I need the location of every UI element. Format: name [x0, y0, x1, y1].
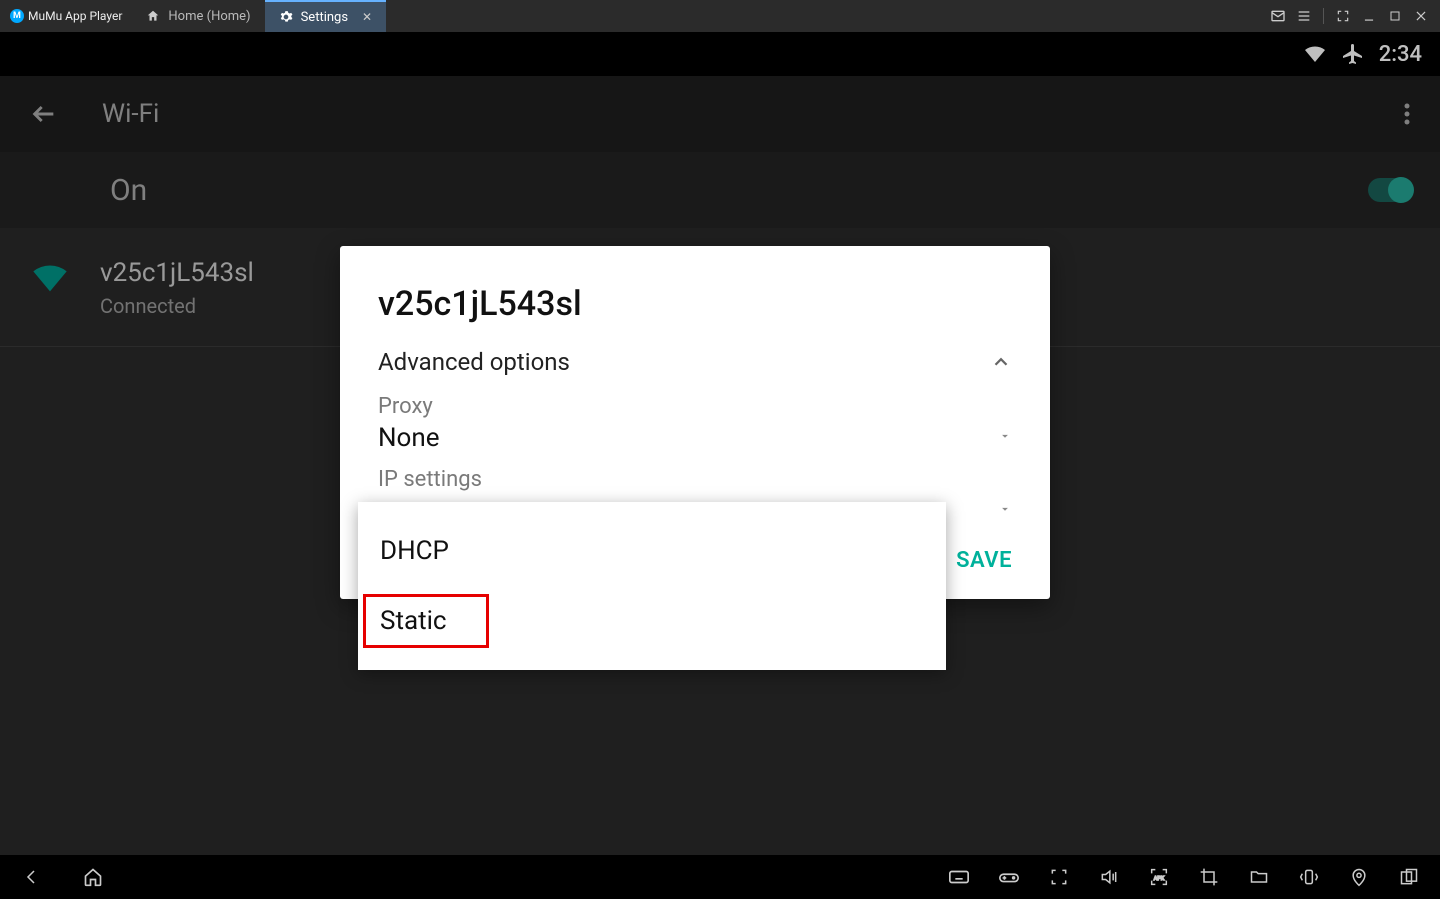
maximize-button[interactable] [1386, 7, 1404, 25]
location-icon[interactable] [1348, 866, 1370, 888]
bottombar-nav [20, 866, 104, 888]
minimize-button[interactable] [1360, 7, 1378, 25]
ip-settings-options-popup: DHCP Static [358, 502, 946, 670]
apk-install-icon[interactable]: APK [1148, 866, 1170, 888]
advanced-options-toggle[interactable]: Advanced options [378, 348, 1012, 376]
bottombar-tools: APK [948, 866, 1420, 888]
mail-icon[interactable] [1269, 7, 1287, 25]
proxy-value: None [378, 423, 440, 453]
fullscreen-icon[interactable] [1334, 7, 1352, 25]
app-brand-label: MuMu App Player [28, 9, 122, 23]
titlebar-right [1269, 7, 1440, 25]
tab-label: Settings [301, 10, 348, 25]
volume-icon[interactable] [1098, 866, 1120, 888]
ip-option-dhcp[interactable]: DHCP [358, 516, 946, 586]
tab-label: Home (Home) [168, 9, 250, 24]
gamepad-icon[interactable] [998, 866, 1020, 888]
shake-icon[interactable] [1298, 866, 1320, 888]
chevron-up-icon [990, 351, 1012, 373]
home-icon [146, 9, 160, 23]
screenshot-icon[interactable] [1048, 866, 1070, 888]
app-brand: M MuMu App Player [0, 0, 132, 32]
svg-text:APK: APK [1154, 876, 1165, 882]
nav-home-button[interactable] [82, 866, 104, 888]
close-tab-button[interactable]: ✕ [362, 10, 372, 24]
dropdown-arrow-icon [998, 429, 1012, 443]
divider [1323, 8, 1324, 24]
window-titlebar: M MuMu App Player Home (Home) Settings ✕ [0, 0, 1440, 32]
crop-icon[interactable] [1198, 866, 1220, 888]
mumu-logo-icon: M [10, 9, 24, 23]
folder-icon[interactable] [1248, 866, 1270, 888]
titlebar-left: M MuMu App Player Home (Home) Settings ✕ [0, 0, 386, 32]
tab-settings[interactable]: Settings ✕ [265, 0, 387, 32]
ip-settings-label: IP settings [378, 467, 1012, 492]
nav-back-button[interactable] [20, 866, 42, 888]
advanced-options-label: Advanced options [378, 348, 570, 376]
proxy-dropdown[interactable]: None [378, 419, 1012, 453]
keyboard-icon[interactable] [948, 866, 970, 888]
dropdown-arrow-icon [998, 502, 1012, 516]
dialog-title: v25c1jL543sl [378, 284, 1012, 324]
save-button[interactable]: SAVE [956, 548, 1012, 573]
proxy-label: Proxy [378, 394, 1012, 419]
menu-icon[interactable] [1295, 7, 1313, 25]
gear-icon [279, 10, 293, 24]
ip-option-static[interactable]: Static [358, 586, 946, 656]
tab-home[interactable]: Home (Home) [132, 0, 264, 32]
multi-window-icon[interactable] [1398, 866, 1420, 888]
close-button[interactable] [1412, 7, 1430, 25]
emulator-bottombar: APK [0, 855, 1440, 899]
